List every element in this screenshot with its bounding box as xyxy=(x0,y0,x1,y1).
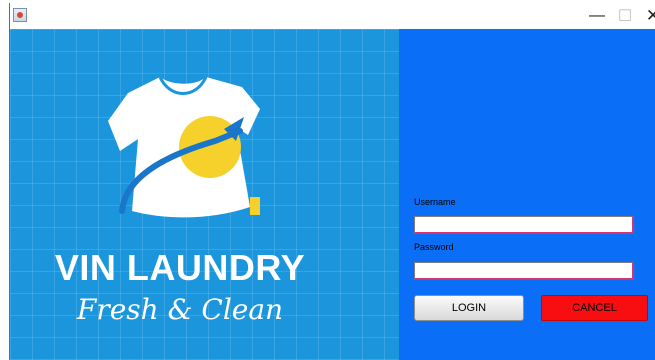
window-content: VIN LAUNDRY Fresh & Clean Username Passw… xyxy=(10,29,655,360)
login-panel: Username Password LOGIN CANCEL xyxy=(399,29,655,360)
close-button[interactable]: ✕ xyxy=(636,3,655,29)
cancel-button[interactable]: CANCEL xyxy=(541,295,648,321)
brand-panel: VIN LAUNDRY Fresh & Clean xyxy=(10,29,399,360)
minimize-icon: — xyxy=(589,7,605,24)
password-input[interactable] xyxy=(414,262,634,280)
maximize-icon: ☐ xyxy=(617,8,633,25)
brand-tagline: Fresh & Clean xyxy=(76,293,284,326)
password-label: Password xyxy=(414,242,454,252)
brand-title: VIN LAUNDRY xyxy=(54,247,306,288)
login-window: — ☐ ✕ VIN LAUNDRY Fresh & Clean Username… xyxy=(9,3,655,360)
title-bar[interactable]: — ☐ ✕ xyxy=(10,3,655,29)
java-app-icon xyxy=(13,8,27,22)
tshirt-logo-icon xyxy=(108,76,260,218)
login-button[interactable]: LOGIN xyxy=(414,295,524,321)
username-label: Username xyxy=(414,197,456,207)
username-input[interactable] xyxy=(414,216,634,234)
tshirt-yellow-tag xyxy=(250,197,260,215)
close-icon: ✕ xyxy=(645,6,655,25)
